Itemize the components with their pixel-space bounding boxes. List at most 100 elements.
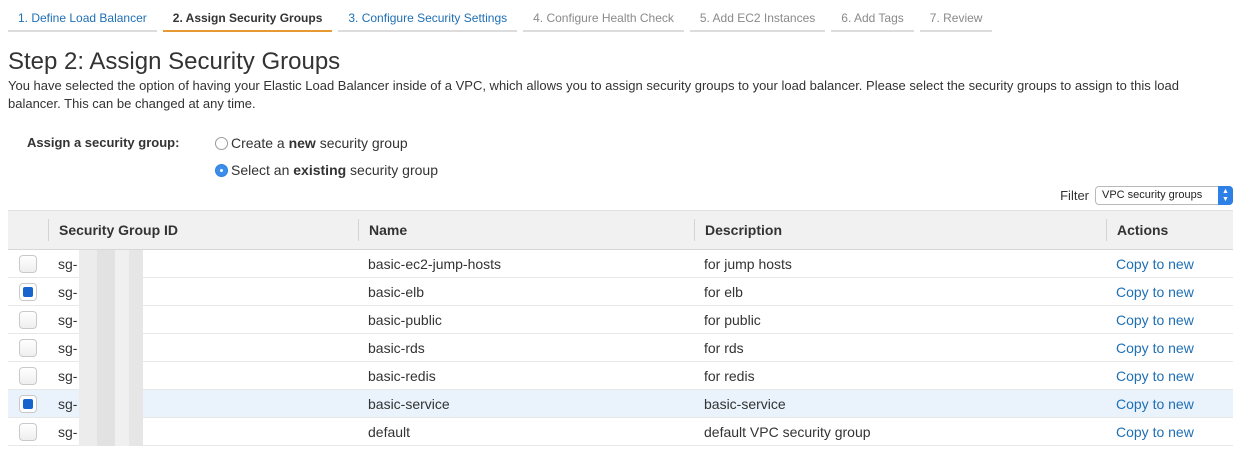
table-row[interactable]: sg-basic-public for public Copy to new <box>8 305 1233 334</box>
security-group-id-cell: sg- <box>48 389 358 418</box>
security-group-name: basic-service <box>368 395 450 412</box>
row-checkbox[interactable] <box>19 338 37 357</box>
security-group-id: sg- <box>58 417 358 446</box>
radio-create-new-security-group[interactable]: Create a new security group <box>215 134 408 152</box>
radio-label-prefix: Select an <box>231 162 294 178</box>
step-define-load-balancer[interactable]: 1. Define Load Balancer <box>8 6 157 32</box>
radio-label-bold: existing <box>293 162 347 178</box>
row-checkbox[interactable] <box>19 366 37 385</box>
select-arrows-icon: ▲ ▼ <box>1218 186 1233 205</box>
table-row[interactable]: sg-basic-redis for redis Copy to new <box>8 361 1233 390</box>
copy-to-new-link[interactable]: Copy to new <box>1116 256 1194 272</box>
row-checkbox[interactable] <box>19 310 37 329</box>
redacted-id-block <box>79 249 144 278</box>
security-group-id: sg- <box>58 277 358 306</box>
action-cell: Copy to new <box>1106 256 1233 272</box>
row-select-cell <box>8 394 48 413</box>
step-review[interactable]: 7. Review <box>919 6 993 32</box>
filter-select[interactable]: VPC security groups ▲ ▼ <box>1095 186 1233 205</box>
copy-to-new-link[interactable]: Copy to new <box>1116 312 1194 328</box>
redacted-id-block <box>79 417 144 446</box>
radio-label-prefix: Create a <box>231 135 289 151</box>
step-configure-health-check[interactable]: 4. Configure Health Check <box>523 6 684 32</box>
security-group-id: sg- <box>58 361 358 390</box>
row-checkbox[interactable] <box>19 394 37 413</box>
action-cell: Copy to new <box>1106 396 1233 412</box>
header-security-group-id[interactable]: Security Group ID <box>48 219 358 241</box>
radio-button[interactable] <box>215 163 228 177</box>
row-select-cell <box>8 338 48 357</box>
row-checkbox[interactable] <box>19 422 37 441</box>
copy-to-new-link[interactable]: Copy to new <box>1116 340 1194 356</box>
table-body: sg-basic-ec2-jump-hosts for jump hosts Cop… <box>8 249 1233 446</box>
header-select-column <box>8 219 48 241</box>
row-select-cell <box>8 310 48 329</box>
security-group-description: default VPC security group <box>704 423 871 440</box>
radio-button[interactable] <box>215 136 228 150</box>
radio-label: Select an existing security group <box>231 162 438 178</box>
assign-security-group-label: Assign a security group: <box>27 135 180 150</box>
redacted-id-block <box>79 277 144 306</box>
filter-control: Filter VPC security groups ▲ ▼ <box>1060 186 1233 205</box>
filter-select-value: VPC security groups <box>1102 189 1203 201</box>
table-header: Security Group ID Name Description Actio… <box>8 210 1233 250</box>
radio-label: Create a new security group <box>231 135 408 151</box>
filter-label: Filter <box>1060 188 1089 203</box>
security-group-description: for redis <box>704 367 755 384</box>
table-row[interactable]: sg-default default VPC security group Copy… <box>8 417 1233 446</box>
security-group-description: for elb <box>704 283 743 300</box>
row-select-cell <box>8 282 48 301</box>
security-group-id-cell: sg- <box>48 249 358 278</box>
security-group-id-cell: sg- <box>48 417 358 446</box>
radio-label-suffix: security group <box>346 162 438 178</box>
table-row[interactable]: sg-basic-elb for elb Copy to new <box>8 277 1233 306</box>
row-checkbox[interactable] <box>19 254 37 273</box>
wizard-steps: 1. Define Load Balancer 2. Assign Securi… <box>8 6 998 32</box>
security-group-id-cell: sg- <box>48 277 358 306</box>
step-assign-security-groups[interactable]: 2. Assign Security Groups <box>162 6 333 32</box>
table-row[interactable]: sg-basic-rds for rds Copy to new <box>8 333 1233 362</box>
security-groups-table: Security Group ID Name Description Actio… <box>8 210 1233 446</box>
header-description[interactable]: Description <box>694 219 1106 241</box>
header-actions: Actions <box>1106 219 1233 241</box>
copy-to-new-link[interactable]: Copy to new <box>1116 396 1194 412</box>
copy-to-new-link[interactable]: Copy to new <box>1116 368 1194 384</box>
action-cell: Copy to new <box>1106 424 1233 440</box>
security-group-description: for rds <box>704 339 744 356</box>
security-group-name: basic-elb <box>368 283 425 300</box>
security-group-description: for public <box>704 311 761 328</box>
redacted-id-block <box>79 389 144 418</box>
security-group-id-prefix: sg- <box>58 283 78 300</box>
security-group-id-cell: sg- <box>48 333 358 362</box>
step-configure-security-settings[interactable]: 3. Configure Security Settings <box>338 6 518 32</box>
redacted-id-block <box>79 305 144 334</box>
security-group-id-prefix: sg- <box>58 367 78 384</box>
row-checkbox[interactable] <box>19 282 37 301</box>
table-row[interactable]: sg-basic-ec2-jump-hosts for jump hosts Cop… <box>8 249 1233 278</box>
security-group-id-prefix: sg- <box>58 423 78 440</box>
copy-to-new-link[interactable]: Copy to new <box>1116 424 1194 440</box>
radio-label-suffix: security group <box>315 135 408 151</box>
security-group-description: for jump hosts <box>704 255 792 272</box>
security-group-id: sg- <box>58 389 358 418</box>
row-select-cell <box>8 422 48 441</box>
row-select-cell <box>8 254 48 273</box>
security-group-id-prefix: sg- <box>58 255 78 272</box>
security-group-id-prefix: sg- <box>58 311 78 328</box>
security-group-name: basic-redis <box>368 367 436 384</box>
security-group-name: default <box>368 423 411 440</box>
radio-select-existing-security-group[interactable]: Select an existing security group <box>215 161 438 179</box>
security-group-id-cell: sg- <box>48 361 358 390</box>
table-row[interactable]: sg-basic-service basic-service Copy to new <box>8 389 1233 418</box>
security-group-description: basic-service <box>704 395 786 412</box>
step-add-ec2-instances[interactable]: 5. Add EC2 Instances <box>689 6 826 32</box>
action-cell: Copy to new <box>1106 368 1233 384</box>
page-title: Step 2: Assign Security Groups <box>8 48 341 75</box>
security-group-id: sg- <box>58 249 358 278</box>
copy-to-new-link[interactable]: Copy to new <box>1116 284 1194 300</box>
security-group-name: basic-public <box>368 311 442 328</box>
security-group-name: basic-ec2-jump-hosts <box>368 255 502 272</box>
step-add-tags[interactable]: 6. Add Tags <box>831 6 914 32</box>
header-name[interactable]: Name <box>358 219 694 241</box>
redacted-id-block <box>79 333 144 362</box>
